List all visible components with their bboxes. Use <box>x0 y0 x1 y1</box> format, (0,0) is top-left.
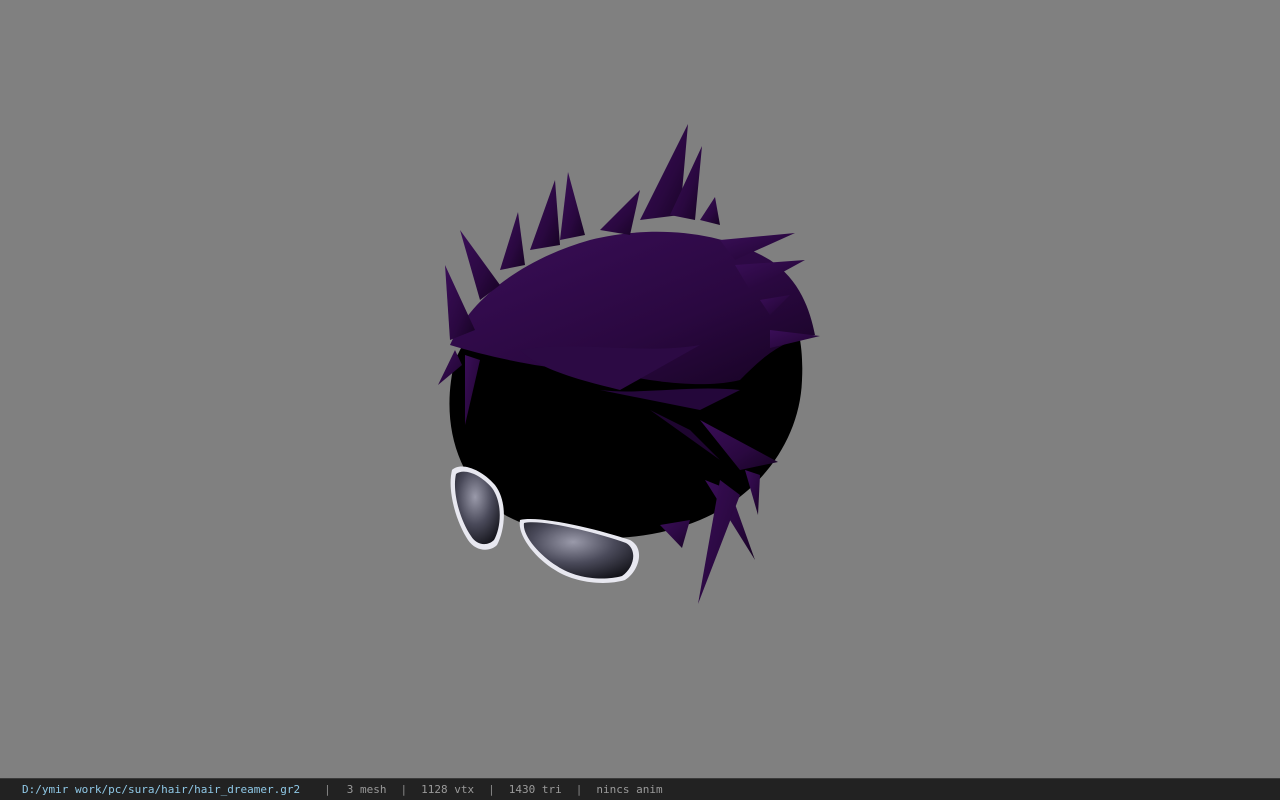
model-viewport[interactable] <box>0 0 1280 778</box>
mesh-count: 3 mesh <box>346 783 387 796</box>
file-path: D:/ymir work/pc/sura/hair/hair_dreamer.g… <box>22 783 301 796</box>
triangle-count: 1430 tri <box>508 783 562 796</box>
hair-model-render <box>438 124 820 604</box>
status-bar: D:/ymir work/pc/sura/hair/hair_dreamer.g… <box>0 778 1280 800</box>
status-separator: | <box>400 783 408 796</box>
status-separator: | <box>324 783 331 796</box>
vertex-count: 1128 vtx <box>421 783 475 796</box>
status-separator: | <box>575 783 583 796</box>
status-separator: | <box>488 783 495 796</box>
animation-status: nincs anim <box>596 783 663 796</box>
